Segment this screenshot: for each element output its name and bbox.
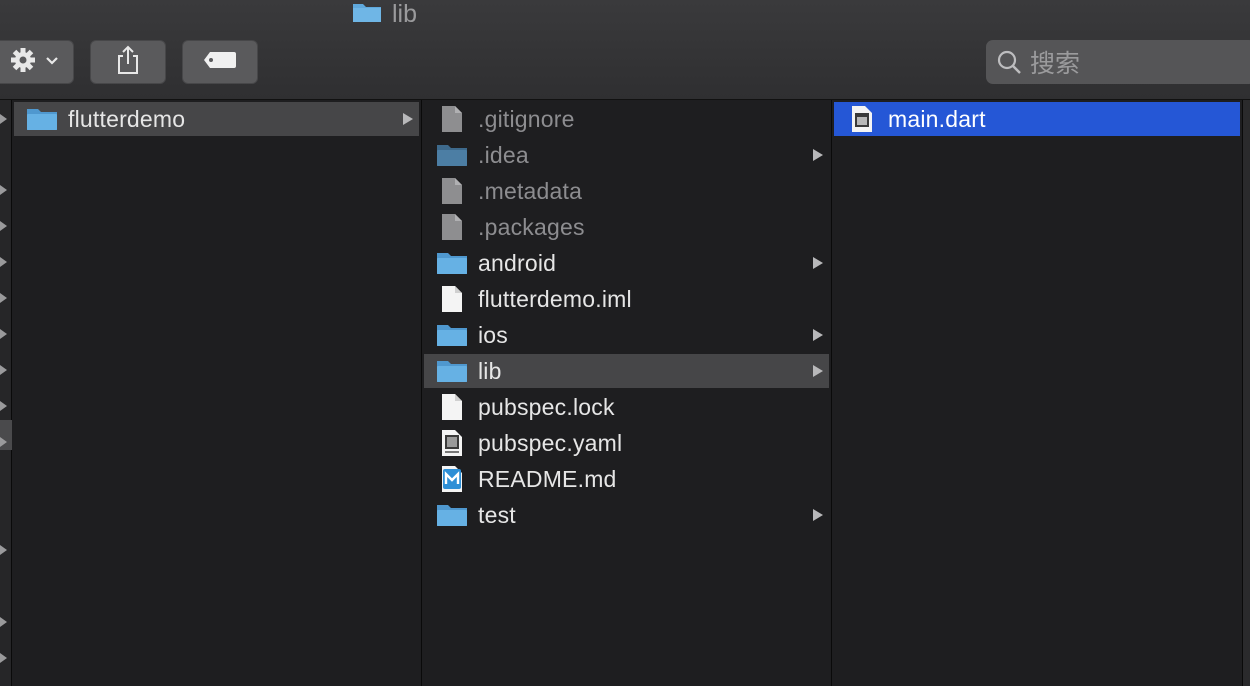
- item-label: .gitignore: [478, 105, 575, 132]
- column-lib: main.dart: [832, 100, 1242, 686]
- window-title: lib: [352, 0, 417, 28]
- markdown-file-icon: [436, 466, 468, 492]
- folder-icon: [436, 358, 468, 384]
- tag-icon: [202, 50, 238, 75]
- list-item-main-dart[interactable]: main.dart: [834, 102, 1240, 136]
- disclosure-arrow-icon: [813, 365, 823, 377]
- disclosure-arrow-icon: [813, 509, 823, 521]
- list-item-test[interactable]: test: [424, 498, 829, 532]
- search-field[interactable]: 搜索: [986, 40, 1250, 84]
- document-icon: [436, 286, 468, 312]
- list-item-pubspec-yaml[interactable]: pubspec.yaml: [424, 426, 829, 460]
- item-label: ios: [478, 321, 509, 348]
- code-file-icon: [846, 106, 878, 132]
- list-item-idea[interactable]: .idea: [424, 138, 829, 172]
- yaml-file-icon: [436, 430, 468, 456]
- item-label: .metadata: [478, 177, 583, 204]
- item-label: flutterdemo: [68, 105, 186, 132]
- clipped-column[interactable]: [0, 100, 12, 686]
- disclosure-arrow-icon: [0, 185, 7, 195]
- share-icon: [115, 45, 141, 80]
- column-flutterdemo-parent: flutterdemo: [12, 100, 422, 686]
- list-item-flutterdemo[interactable]: flutterdemo: [14, 102, 419, 136]
- tag-button[interactable]: [182, 40, 258, 84]
- list-item-readme[interactable]: README.md: [424, 462, 829, 496]
- disclosure-arrow-icon: [0, 653, 7, 663]
- disclosure-arrow-icon: [0, 114, 7, 124]
- item-label: pubspec.yaml: [478, 429, 623, 456]
- generic-file-icon: [436, 178, 468, 204]
- item-label: android: [478, 249, 557, 276]
- list-item-packages[interactable]: .packages: [424, 210, 829, 244]
- disclosure-arrow-icon: [0, 293, 7, 303]
- list-item-metadata[interactable]: .metadata: [424, 174, 829, 208]
- folder-icon: [436, 142, 468, 168]
- disclosure-arrow-icon: [0, 365, 7, 375]
- toolbar: lib 搜索: [0, 0, 1250, 100]
- share-button[interactable]: [90, 40, 166, 84]
- chevron-down-icon: [45, 53, 59, 71]
- disclosure-arrow-icon: [813, 149, 823, 161]
- list-item-gitignore[interactable]: .gitignore: [424, 102, 829, 136]
- disclosure-arrow-icon: [813, 257, 823, 269]
- window-title-text: lib: [392, 0, 418, 28]
- next-column-edge: [1242, 100, 1250, 686]
- search-icon: [996, 49, 1022, 75]
- disclosure-arrow-icon: [0, 617, 7, 627]
- item-label: README.md: [478, 465, 617, 492]
- generic-file-icon: [436, 106, 468, 132]
- disclosure-arrow-icon: [0, 257, 7, 267]
- generic-file-icon: [436, 214, 468, 240]
- disclosure-arrow-icon: [403, 113, 413, 125]
- disclosure-arrow-icon: [0, 401, 7, 411]
- document-icon: [436, 394, 468, 420]
- disclosure-arrow-icon: [0, 221, 7, 231]
- item-label: .idea: [478, 141, 529, 168]
- item-label: flutterdemo.iml: [478, 285, 632, 312]
- list-item-pubspec-lock[interactable]: pubspec.lock: [424, 390, 829, 424]
- search-placeholder: 搜索: [1030, 50, 1081, 78]
- item-label: test: [478, 501, 516, 528]
- gear-icon: [9, 46, 41, 79]
- folder-icon: [436, 322, 468, 348]
- disclosure-arrow-icon: [813, 329, 823, 341]
- folder-icon: [352, 1, 382, 28]
- item-label: main.dart: [888, 105, 986, 132]
- disclosure-arrow-icon: [0, 329, 7, 339]
- list-item-ios[interactable]: ios: [424, 318, 829, 352]
- item-label: lib: [478, 357, 502, 384]
- item-label: .packages: [478, 213, 585, 240]
- folder-icon: [436, 502, 468, 528]
- list-item-flutterdemo-iml[interactable]: flutterdemo.iml: [424, 282, 829, 316]
- column-flutterdemo: .gitignore .idea .metadata .packages and…: [422, 100, 832, 686]
- disclosure-arrow-icon: [0, 545, 7, 555]
- list-item-android[interactable]: android: [424, 246, 829, 280]
- item-label: pubspec.lock: [478, 393, 615, 420]
- disclosure-arrow-icon: [0, 437, 7, 447]
- folder-icon: [26, 106, 58, 132]
- folder-icon: [436, 250, 468, 276]
- list-item-lib[interactable]: lib: [424, 354, 829, 388]
- action-menu-button[interactable]: [0, 40, 74, 84]
